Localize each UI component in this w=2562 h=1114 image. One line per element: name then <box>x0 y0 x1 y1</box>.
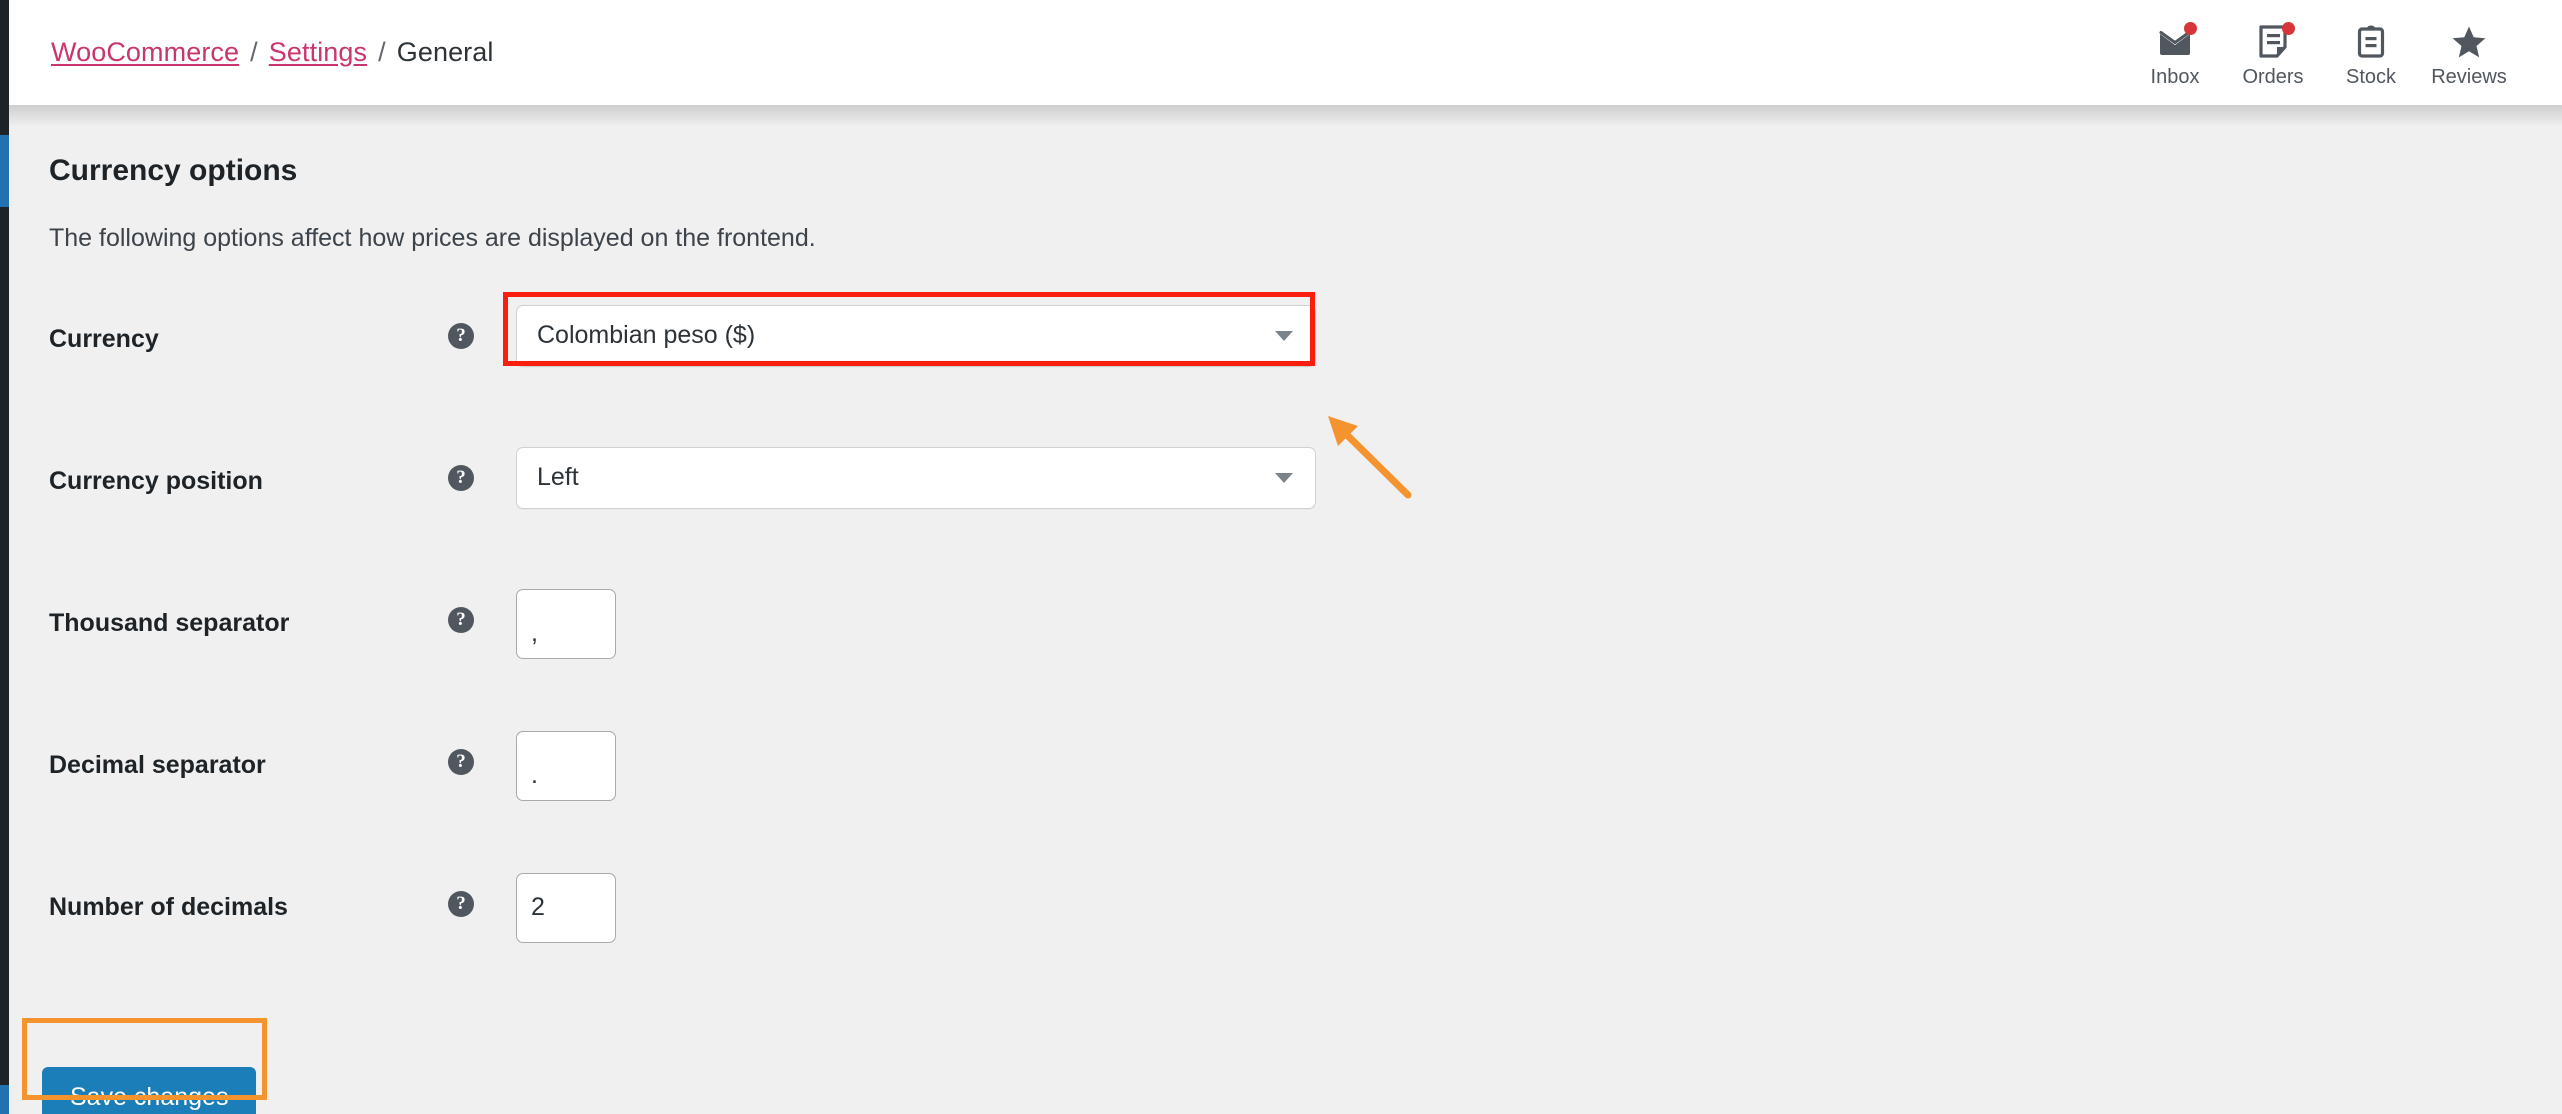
sidebar-active-marker-secondary <box>0 1085 9 1114</box>
currency-select[interactable]: Colombian peso ($) <box>516 304 1316 367</box>
stock-clipboard-icon <box>2352 24 2390 60</box>
help-icon[interactable]: ? <box>448 890 474 917</box>
field-cell-currency-position: Left <box>483 446 2562 509</box>
settings-content: Currency options The following options a… <box>9 105 2562 1114</box>
header-action-reviews[interactable]: Reviews <box>2420 18 2518 87</box>
header-action-label: Stock <box>2345 66 2397 88</box>
breadcrumb-link-settings[interactable]: Settings <box>269 37 367 68</box>
help-icon[interactable]: ? <box>448 322 474 349</box>
field-label-thousand-separator: Thousand separator <box>49 608 290 637</box>
help-icon[interactable]: ? <box>448 748 474 775</box>
breadcrumb-separator-1: / <box>250 37 258 67</box>
orders-document-icon <box>2254 22 2295 60</box>
breadcrumb-link-woocommerce[interactable]: WooCommerce <box>51 37 239 68</box>
help-cell-currency-position: ? <box>439 447 483 491</box>
help-cell-number-of-decimals: ? <box>439 873 483 917</box>
form-row-currency-position: Currency position ? Left <box>9 446 2562 589</box>
field-label-decimal-separator: Decimal separator <box>49 750 266 779</box>
inbox-notification-badge <box>2184 22 2197 35</box>
help-cell-currency: ? <box>439 305 483 349</box>
form-row-number-of-decimals: Number of decimals ? 2 <box>9 872 2562 1015</box>
decimal-separator-input[interactable]: . <box>516 730 616 801</box>
help-cell-thousand-separator: ? <box>439 589 483 633</box>
breadcrumb-separator-2: / <box>378 37 386 67</box>
section-description: The following options affect how prices … <box>49 224 816 252</box>
header-action-inbox[interactable]: Inbox <box>2126 18 2224 87</box>
header-action-orders[interactable]: Orders <box>2224 18 2322 87</box>
currency-select-value: Colombian peso ($) <box>537 321 756 349</box>
help-icon[interactable]: ? <box>448 606 474 633</box>
woocommerce-settings-screen: WooCommerce / Settings / General Inbox O… <box>0 0 2562 1114</box>
number-of-decimals-input[interactable]: 2 <box>516 872 616 943</box>
chevron-down-icon <box>1275 472 1293 483</box>
currency-options-form: Currency ? Colombian peso ($) Currency p… <box>9 304 2562 1015</box>
field-cell-thousand-separator: , <box>483 588 2562 659</box>
form-row-decimal-separator: Decimal separator ? . <box>9 730 2562 873</box>
currency-position-select[interactable]: Left <box>516 446 1316 509</box>
header-action-label: Orders <box>2242 66 2304 88</box>
breadcrumb-current-general: General <box>396 37 494 67</box>
save-changes-area: Save changes <box>42 1066 2562 1114</box>
orders-notification-badge <box>2282 22 2295 35</box>
help-icon[interactable]: ? <box>448 464 474 491</box>
field-cell-decimal-separator: . <box>483 730 2562 801</box>
chevron-down-icon <box>1275 330 1293 341</box>
breadcrumb: WooCommerce / Settings / General <box>51 37 494 68</box>
header-activity-actions: Inbox Orders Stock Reviews <box>2126 18 2518 87</box>
save-changes-button[interactable]: Save changes <box>42 1066 257 1114</box>
field-label-currency: Currency <box>49 324 159 353</box>
header-action-stock[interactable]: Stock <box>2322 18 2420 87</box>
header-action-label: Reviews <box>2431 66 2507 88</box>
page-header: WooCommerce / Settings / General Inbox O… <box>9 0 2562 105</box>
currency-position-select-value: Left <box>537 463 579 491</box>
sidebar-active-marker <box>0 135 9 207</box>
form-row-currency: Currency ? Colombian peso ($) <box>9 304 2562 447</box>
help-cell-decimal-separator: ? <box>439 731 483 775</box>
field-cell-currency: Colombian peso ($) <box>483 304 2562 367</box>
reviews-star-icon <box>2450 24 2488 60</box>
thousand-separator-input[interactable]: , <box>516 588 616 659</box>
field-cell-number-of-decimals: 2 <box>483 872 2562 943</box>
form-row-thousand-separator: Thousand separator ? , <box>9 588 2562 731</box>
admin-sidebar-rail <box>0 0 9 1114</box>
page-title: Currency options <box>49 154 298 187</box>
field-label-currency-position: Currency position <box>49 466 263 495</box>
inbox-envelope-icon <box>2156 22 2197 60</box>
field-label-number-of-decimals: Number of decimals <box>49 892 288 921</box>
header-action-label: Inbox <box>2150 66 2200 88</box>
